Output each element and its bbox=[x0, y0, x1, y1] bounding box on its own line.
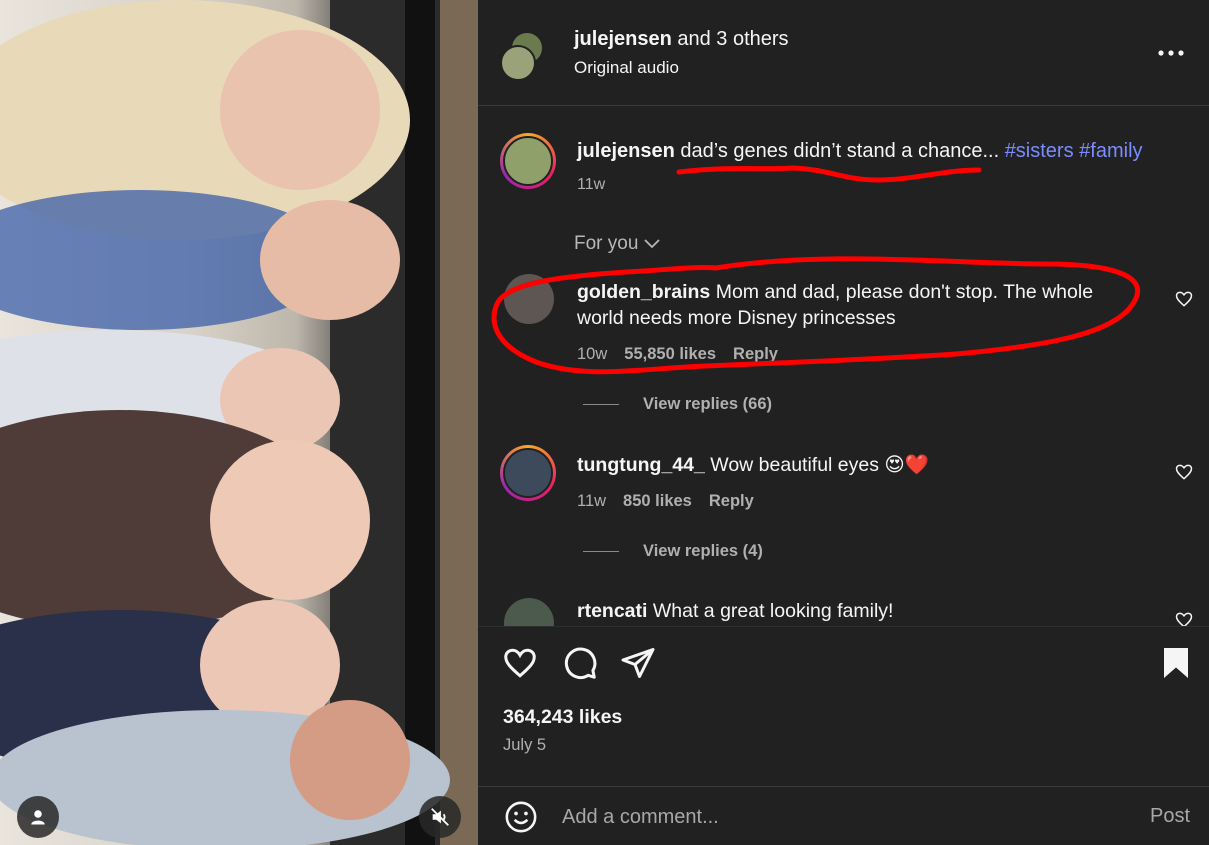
comment-icon[interactable] bbox=[562, 645, 598, 681]
avatar-image bbox=[503, 448, 553, 498]
avatar[interactable] bbox=[500, 445, 556, 501]
comment-username[interactable]: golden_brains bbox=[577, 281, 710, 303]
header-audio[interactable]: Original audio bbox=[574, 58, 679, 78]
chevron-down-icon bbox=[644, 239, 661, 249]
comment-item: rtencati What a great looking family! bbox=[478, 590, 1209, 626]
divider bbox=[583, 551, 619, 552]
avatar[interactable] bbox=[504, 598, 554, 626]
caption-avatar[interactable] bbox=[500, 133, 556, 189]
post-comment-button[interactable]: Post bbox=[1150, 805, 1190, 828]
video-frame-image bbox=[0, 0, 478, 845]
comment-composer: Post bbox=[478, 786, 1209, 845]
post-header: julejensen and 3 others Original audio bbox=[478, 0, 1209, 106]
post-video[interactable] bbox=[0, 0, 478, 845]
action-bar bbox=[478, 626, 1209, 706]
user-tag-button[interactable] bbox=[17, 796, 59, 838]
comment-username[interactable]: rtencati bbox=[577, 600, 647, 622]
comment-likes[interactable]: 55,850 likes bbox=[624, 345, 716, 364]
comment-likes[interactable]: 850 likes bbox=[623, 492, 692, 511]
reply-button[interactable]: Reply bbox=[709, 492, 754, 511]
emoji-icon[interactable] bbox=[504, 800, 538, 834]
comment-body: rtencati What a great looking family! bbox=[577, 598, 1137, 624]
comment-body: golden_brains Mom and dad, please don't … bbox=[577, 279, 1137, 331]
bookmark-icon[interactable] bbox=[1158, 645, 1194, 681]
heart-icon[interactable] bbox=[502, 645, 538, 681]
comments-filter-dropdown[interactable]: For you bbox=[574, 233, 661, 255]
mute-button[interactable] bbox=[419, 796, 461, 838]
hashtag-link[interactable]: #family bbox=[1079, 140, 1142, 162]
reply-button[interactable]: Reply bbox=[733, 345, 778, 364]
view-replies-button[interactable]: View replies (66) bbox=[583, 395, 772, 414]
comment-body: tungtung_44_ Wow beautiful eyes 😍❤️ bbox=[577, 452, 1137, 478]
header-username[interactable]: julejensen bbox=[574, 28, 672, 50]
more-options-icon bbox=[1158, 50, 1184, 56]
caption: julejensen dad’s genes didn’t stand a ch… bbox=[577, 140, 1143, 163]
user-icon bbox=[31, 810, 45, 825]
post-date: July 5 bbox=[503, 736, 547, 754]
header-username-line[interactable]: julejensen and 3 others bbox=[574, 28, 789, 51]
comment-input[interactable] bbox=[562, 803, 1102, 831]
avatar bbox=[503, 136, 553, 186]
comment-text: Wow beautiful eyes 😍❤️ bbox=[704, 454, 930, 476]
comment-username[interactable]: tungtung_44_ bbox=[577, 454, 705, 476]
muted-speaker-icon bbox=[431, 808, 449, 826]
comments-filter-label: For you bbox=[574, 233, 639, 254]
avatar[interactable] bbox=[504, 274, 554, 324]
view-replies-label: View replies (4) bbox=[643, 542, 763, 560]
hashtag-link[interactable]: #sisters bbox=[1005, 140, 1074, 162]
caption-username[interactable]: julejensen bbox=[577, 140, 675, 162]
heart-icon[interactable] bbox=[1174, 610, 1194, 626]
heart-icon[interactable] bbox=[1174, 462, 1194, 482]
share-icon[interactable] bbox=[620, 645, 656, 681]
comment-text: What a great looking family! bbox=[647, 600, 894, 622]
comment-time: 10w bbox=[577, 345, 608, 363]
more-options-button[interactable] bbox=[1156, 38, 1186, 68]
caption-timestamp: 11w bbox=[577, 176, 606, 193]
collab-avatars[interactable] bbox=[500, 31, 544, 81]
comment-meta: 11w 850 likes Reply bbox=[577, 492, 754, 511]
view-replies-button[interactable]: View replies (4) bbox=[583, 542, 763, 561]
comment-time: 11w bbox=[577, 492, 607, 510]
post-likes-count[interactable]: 364,243 likes bbox=[503, 706, 622, 729]
heart-icon[interactable] bbox=[1174, 289, 1194, 309]
caption-text: dad’s genes didn’t stand a chance... bbox=[674, 140, 1005, 162]
header-others[interactable]: and 3 others bbox=[672, 28, 788, 50]
avatar bbox=[500, 45, 536, 81]
divider bbox=[583, 404, 619, 405]
post-details-panel: julejensen and 3 others Original audio j… bbox=[478, 0, 1209, 845]
comment-meta: 10w 55,850 likes Reply bbox=[577, 345, 778, 364]
view-replies-label: View replies (66) bbox=[643, 395, 773, 413]
